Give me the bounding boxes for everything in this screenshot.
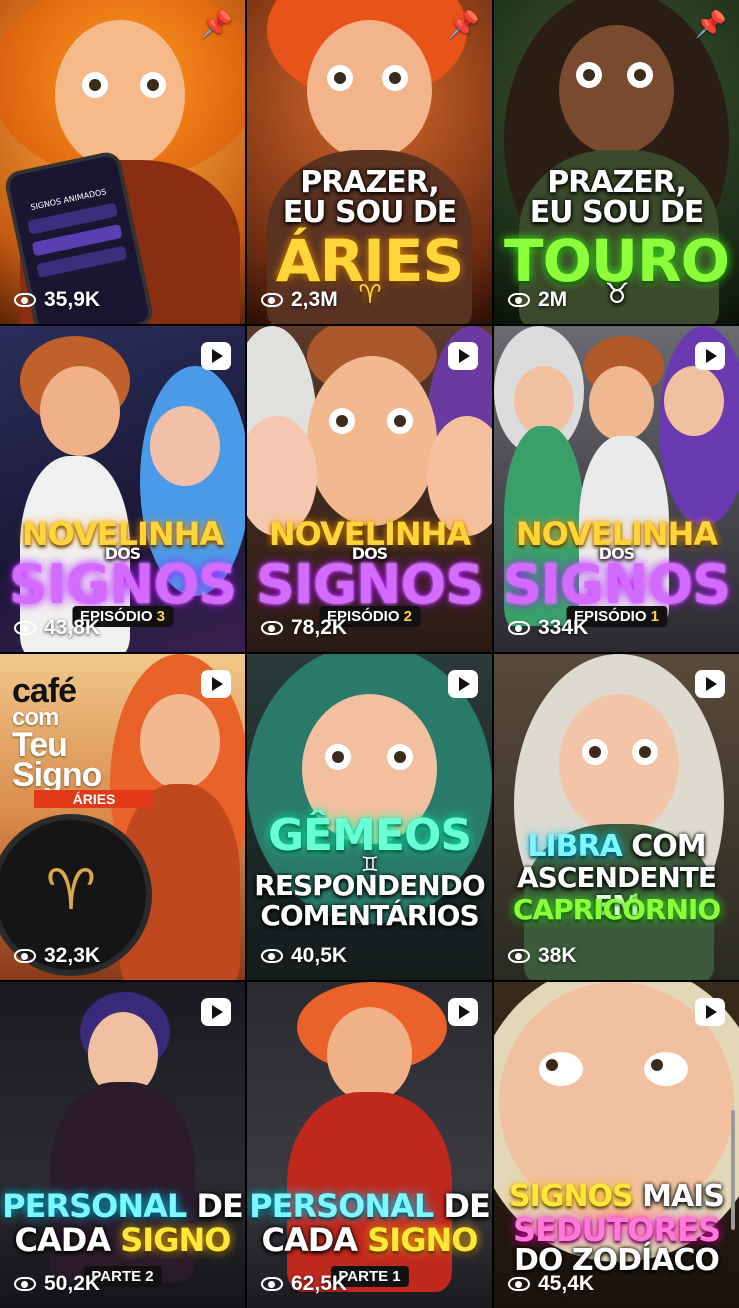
views-icon [508, 949, 530, 963]
video-tile[interactable]: SIGNOS ANIMADOS 📌 35,9K [0, 0, 245, 324]
video-tile[interactable]: NOVELINHA DOS SIGNOS EPISÓDIO 1 334K [494, 326, 739, 652]
view-count: 35,9K [14, 288, 100, 312]
view-count: 38K [508, 944, 577, 968]
view-count: 78,2K [261, 616, 347, 640]
reel-icon [695, 998, 725, 1026]
reel-icon [201, 670, 231, 698]
title-line-2: EU SOU DE [529, 195, 705, 230]
title-line-3: COMENTÁRIOS [260, 899, 479, 932]
title-line-1: PRAZER, [300, 165, 440, 200]
views-icon [261, 1277, 283, 1291]
video-tile[interactable]: PERSONAL DE CADA SIGNO PARTE 1 62,5K [247, 982, 492, 1308]
view-count: 50,2K [14, 1272, 100, 1296]
views-icon [508, 621, 530, 635]
video-grid: SIGNOS ANIMADOS 📌 35,9K PRAZER, EU SOU D… [0, 0, 739, 1308]
view-count: 43,8K [14, 616, 100, 640]
views-icon [261, 293, 283, 307]
pin-icon: 📌 [200, 10, 233, 40]
video-tile[interactable]: PRAZER, EU SOU DE ÁRIES ♈ 📌 2,3M [247, 0, 492, 324]
view-count: 334K [508, 616, 588, 640]
reel-icon [448, 998, 478, 1026]
views-icon [261, 621, 283, 635]
title-line-3: SIGNOS [8, 553, 237, 616]
title-line-1: LIBRA COM [527, 829, 706, 864]
view-count: 40,5K [261, 944, 347, 968]
title-line-1: PERSONAL DE [249, 1187, 491, 1225]
views-icon [261, 949, 283, 963]
sign-tag: ÁRIES [34, 790, 154, 808]
title-line-1: PRAZER, [547, 165, 687, 200]
video-tile[interactable]: PRAZER, EU SOU DE TOURO ♉ 📌 2M [494, 0, 739, 324]
views-icon [14, 621, 36, 635]
title-line-3: SIGNOS [502, 553, 731, 616]
aries-symbol-icon: ♈ [45, 858, 97, 923]
views-icon [14, 949, 36, 963]
title-line-2: RESPONDENDO [254, 869, 485, 902]
title-line-2: SEDUTORES [512, 1211, 721, 1249]
reel-icon [201, 342, 231, 370]
video-tile[interactable]: GÊMEOS ♊ RESPONDENDO COMENTÁRIOS 40,5K [247, 654, 492, 980]
view-count: 2M [508, 288, 567, 312]
view-count: 45,4K [508, 1272, 594, 1296]
reel-icon [448, 342, 478, 370]
views-icon [14, 293, 36, 307]
views-icon [14, 1277, 36, 1291]
reel-icon [448, 670, 478, 698]
title-line-2: CADA SIGNO [14, 1221, 232, 1259]
video-tile[interactable]: SIGNOS MAIS SEDUTORES DO ZODÍACO 45,4K [494, 982, 739, 1308]
video-tile[interactable]: NOVELINHA DOS SIGNOS EPISÓDIO 2 78,2K [247, 326, 492, 652]
view-count: 32,3K [14, 944, 100, 968]
view-count: 2,3M [261, 288, 338, 312]
scrollbar[interactable] [731, 1110, 735, 1230]
views-icon [508, 293, 530, 307]
reel-icon [695, 670, 725, 698]
pin-icon: 📌 [694, 10, 727, 40]
title-line-2: EU SOU DE [282, 195, 458, 230]
video-tile[interactable]: café com Teu Signo ÁRIES ♈ 32,3K [0, 654, 245, 980]
pin-icon: 📌 [447, 10, 480, 40]
title-line-2: CADA SIGNO [261, 1221, 479, 1259]
title-line-1: SIGNOS MAIS [509, 1179, 725, 1214]
cafe-logo: café com Teu Signo [12, 672, 102, 794]
title-line-1: PERSONAL DE [2, 1187, 244, 1225]
reel-icon [695, 342, 725, 370]
views-icon [508, 1277, 530, 1291]
video-tile[interactable]: LIBRA COM ASCENDENTE EM CAPRICÓRNIO 38K [494, 654, 739, 980]
title-line-3: SIGNOS [255, 553, 484, 616]
title-line-3: CAPRICÓRNIO [512, 893, 721, 926]
view-count: 62,5K [261, 1272, 347, 1296]
video-tile[interactable]: PERSONAL DE CADA SIGNO PARTE 2 50,2K [0, 982, 245, 1308]
reel-icon [201, 998, 231, 1026]
video-tile[interactable]: NOVELINHA DOS SIGNOS EPISÓDIO 3 43,8K [0, 326, 245, 652]
